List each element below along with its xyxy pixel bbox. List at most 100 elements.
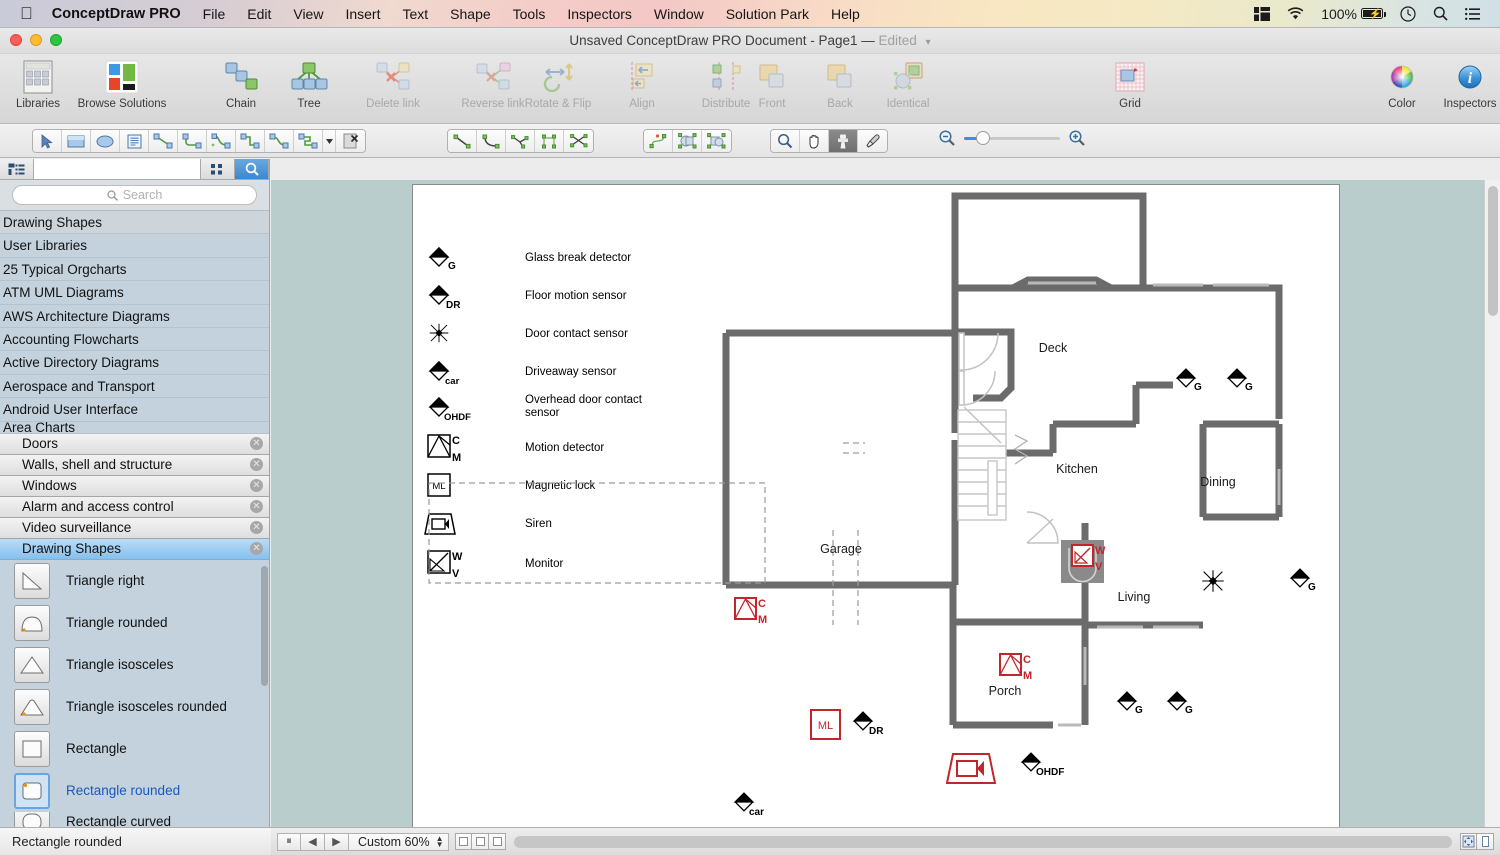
align-button[interactable]: Align (608, 57, 676, 110)
group-shapes-icon[interactable] (702, 130, 731, 152)
rotate-flip-button[interactable]: Rotate & Flip (508, 57, 608, 110)
canvas-vertical-scrollbar-thumb[interactable] (1488, 186, 1498, 316)
fit-to-window-icon[interactable] (1460, 833, 1477, 850)
library-list-item[interactable]: Aerospace and Transport (0, 375, 269, 398)
zoom-tool-icon[interactable] (771, 130, 800, 152)
menu-item-view[interactable]: View (293, 6, 323, 22)
pause-icon[interactable]: ⏸ (277, 833, 301, 851)
close-circle-icon[interactable]: ✕ (250, 521, 263, 534)
menu-item-solution-park[interactable]: Solution Park (726, 6, 809, 22)
next-page-icon[interactable]: ▶ (325, 833, 349, 851)
minimize-window-button[interactable] (30, 34, 42, 46)
break-link-icon[interactable] (336, 130, 365, 152)
close-circle-icon[interactable]: ✕ (250, 437, 263, 450)
send-back-button[interactable]: Back (806, 57, 874, 110)
format-painter-icon[interactable] (829, 130, 858, 152)
maximize-window-button[interactable] (50, 34, 62, 46)
open-library-walls[interactable]: Walls, shell and structure ✕ (0, 455, 269, 476)
inspectors-button[interactable]: i Inspectors (1436, 57, 1500, 110)
device-glass-break-detector[interactable]: G (1228, 369, 1253, 393)
shape-item-rectangle-rounded[interactable]: Rectangle rounded (0, 770, 269, 812)
color-button[interactable]: Color (1368, 57, 1436, 110)
zoom-slider-thumb[interactable] (976, 131, 990, 145)
library-list-item[interactable]: 25 Typical Orgcharts (0, 258, 269, 281)
open-library-video[interactable]: Video surveillance ✕ (0, 518, 269, 539)
close-circle-icon[interactable]: ✕ (250, 542, 263, 555)
right-angle-connector-icon[interactable] (236, 130, 265, 152)
curve-connector-icon[interactable] (265, 130, 294, 152)
smart-connector-icon[interactable] (207, 130, 236, 152)
libraries-button[interactable]: Libraries (4, 57, 72, 110)
menu-item-shape[interactable]: Shape (450, 6, 490, 22)
line-icon[interactable] (448, 130, 477, 152)
shapes-scrollbar-thumb[interactable] (261, 566, 268, 686)
search-input[interactable]: Search (12, 185, 257, 205)
wifi-icon[interactable] (1287, 7, 1304, 20)
device-glass-break-detector[interactable]: G (1177, 369, 1202, 393)
library-list-item[interactable]: Drawing Shapes (0, 211, 269, 234)
library-list-item[interactable]: Area Charts (0, 422, 269, 434)
elbow-connector-icon[interactable] (178, 130, 207, 152)
clock-icon[interactable] (1400, 6, 1416, 22)
zoom-out-icon[interactable] (938, 129, 956, 147)
identical-button[interactable]: Identical (874, 57, 942, 110)
close-circle-icon[interactable]: ✕ (250, 479, 263, 492)
menu-item-window[interactable]: Window (654, 6, 704, 22)
open-library-alarm[interactable]: Alarm and access control ✕ (0, 497, 269, 518)
ellipse-icon[interactable] (91, 130, 120, 152)
shape-item-rectangle[interactable]: Rectangle (0, 728, 269, 770)
close-circle-icon[interactable]: ✕ (250, 458, 263, 471)
device-driveaway-sensor[interactable]: car (735, 793, 764, 818)
menu-item-tools[interactable]: Tools (513, 6, 546, 22)
library-list-item[interactable]: Accounting Flowcharts (0, 328, 269, 351)
zoom-level-selector[interactable]: Custom 60% ▲▼ (349, 833, 449, 851)
device-door-contact-sensor[interactable] (1202, 570, 1224, 592)
drawing-canvas-area[interactable]: G Glass break detector DR Floor motion s… (271, 180, 1484, 827)
display-arrangement-icon[interactable] (1254, 7, 1270, 21)
library-list-item[interactable]: Android User Interface (0, 398, 269, 421)
hand-tool-icon[interactable] (800, 130, 829, 152)
device-motion-detector[interactable]: C M (1000, 654, 1032, 682)
page-view-1-button[interactable] (455, 833, 472, 850)
notification-center-icon[interactable] (1465, 8, 1480, 20)
chevron-down-icon[interactable]: ▾ (926, 37, 931, 48)
tree-view-icon[interactable] (0, 159, 34, 179)
previous-page-icon[interactable]: ◀ (301, 833, 325, 851)
eyedropper-icon[interactable] (858, 130, 887, 152)
union-shapes-icon[interactable] (673, 130, 702, 152)
canvas-vertical-scrollbar[interactable] (1484, 180, 1500, 827)
search-toggle-icon[interactable] (235, 159, 269, 179)
arc-icon[interactable] (477, 130, 506, 152)
actual-size-icon[interactable] (1477, 833, 1494, 850)
scissors-icon[interactable] (564, 130, 593, 152)
shape-item-triangle-isosceles[interactable]: Triangle isosceles (0, 644, 269, 686)
device-glass-break-detector[interactable]: G (1291, 569, 1316, 593)
shape-item-triangle-right[interactable]: Triangle right (0, 560, 269, 602)
bezier-icon[interactable] (535, 130, 564, 152)
delete-link-button[interactable]: Delete link (343, 57, 443, 110)
rectangle-icon[interactable] (62, 130, 91, 152)
stepper-updown-icon[interactable]: ▲▼ (436, 836, 444, 848)
shape-item-triangle-isosceles-rounded[interactable]: Triangle isosceles rounded (0, 686, 269, 728)
device-overhead-door-contact[interactable]: OHDF (1022, 753, 1064, 778)
page-view-2-button[interactable] (472, 833, 489, 850)
library-list[interactable]: Drawing Shapes User Libraries 25 Typical… (0, 211, 269, 434)
spotlight-search-icon[interactable] (1433, 6, 1448, 21)
device-magnetic-lock[interactable]: ML (811, 710, 840, 739)
pointer-icon[interactable] (33, 130, 62, 152)
zoom-in-icon[interactable] (1068, 129, 1086, 147)
menu-item-help[interactable]: Help (831, 6, 860, 22)
page-scroll-track[interactable] (514, 836, 1452, 848)
text-block-icon[interactable] (120, 130, 149, 152)
drawing-page[interactable]: G Glass break detector DR Floor motion s… (412, 184, 1340, 827)
dropdown-caret-icon[interactable] (323, 130, 336, 152)
bezier-connector-icon[interactable] (294, 130, 323, 152)
menu-item-edit[interactable]: Edit (247, 6, 271, 22)
apple-logo-icon[interactable]:  (20, 5, 33, 22)
menu-item-file[interactable]: File (203, 6, 226, 22)
polyline-icon[interactable] (506, 130, 535, 152)
device-glass-break-detector[interactable]: G (1118, 692, 1143, 716)
browse-solutions-button[interactable]: Browse Solutions (72, 57, 172, 110)
library-list-item[interactable]: Active Directory Diagrams (0, 351, 269, 374)
straight-connector-icon[interactable] (149, 130, 178, 152)
